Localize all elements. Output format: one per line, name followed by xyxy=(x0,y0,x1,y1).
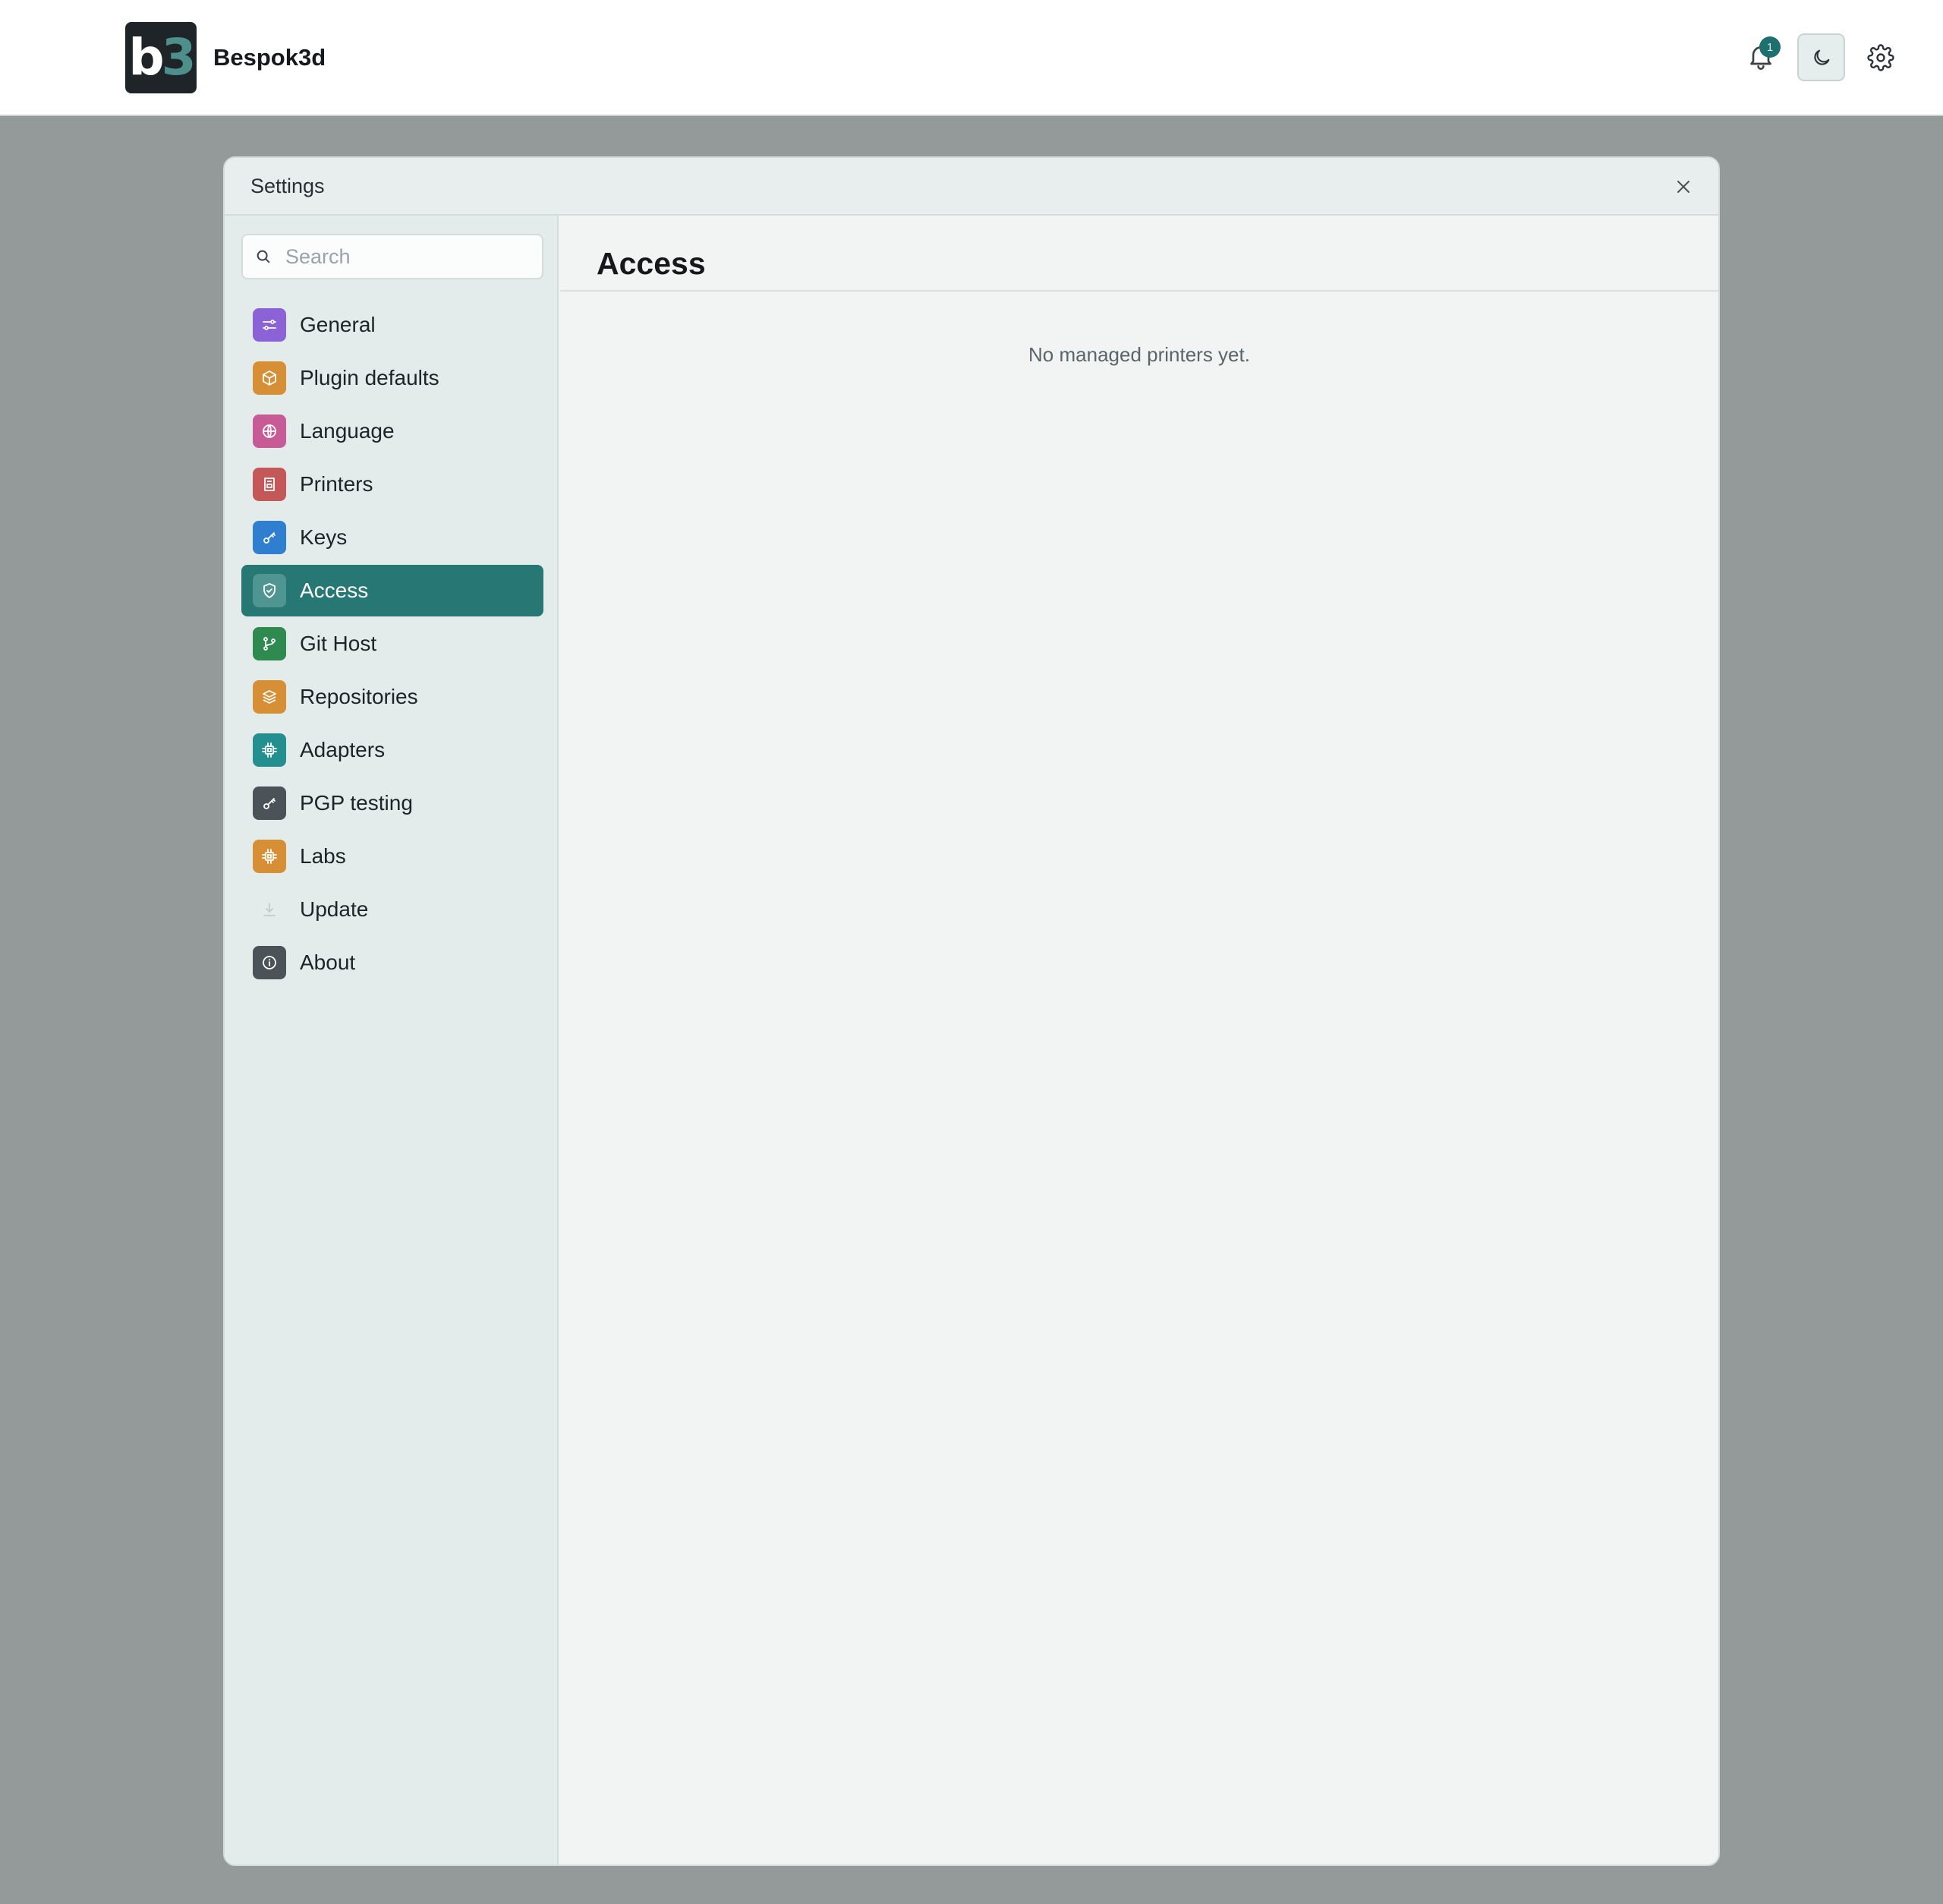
search-input[interactable] xyxy=(285,244,528,269)
empty-state-message: No managed printers yet. xyxy=(1028,343,1250,366)
sidebar-item-label: Update xyxy=(300,897,369,921)
sidebar-item-printers[interactable]: Printers xyxy=(241,459,543,510)
sidebar-item-labs[interactable]: Labs xyxy=(241,831,543,882)
modal-title: Settings xyxy=(250,175,325,197)
search-icon xyxy=(257,250,270,263)
sidebar-item-label: Git Host xyxy=(300,632,377,655)
sidebar-item-label: Repositories xyxy=(300,685,418,708)
theme-toggle-button[interactable] xyxy=(1797,33,1845,81)
sidebar-item-language[interactable]: Language xyxy=(241,405,543,457)
sidebar-item-label: Plugin defaults xyxy=(300,366,439,389)
sidebar-item-keys[interactable]: Keys xyxy=(241,512,543,563)
printer-icon xyxy=(253,468,286,501)
chip-icon xyxy=(253,733,286,767)
globe-icon xyxy=(253,415,286,448)
info-icon xyxy=(253,946,286,979)
sidebar-item-git-host[interactable]: Git Host xyxy=(241,618,543,670)
sliders-icon xyxy=(253,308,286,342)
sidebar-item-label: PGP testing xyxy=(300,791,413,815)
settings-content: Access No managed printers yet. xyxy=(560,216,1718,1865)
sidebar-item-label: Labs xyxy=(300,844,346,868)
search-box[interactable] xyxy=(241,234,543,279)
close-icon[interactable] xyxy=(1674,178,1693,196)
sidebar-item-adapters[interactable]: Adapters xyxy=(241,724,543,776)
sidebar-item-label: Printers xyxy=(300,472,373,496)
key-icon xyxy=(253,787,286,820)
logo-digit: 3 xyxy=(161,28,197,87)
layers-icon xyxy=(253,680,286,714)
moon-icon xyxy=(1813,49,1829,65)
brand[interactable]: b3 Bespok3d xyxy=(125,22,326,93)
settings-nav: General Plugin defaults Language Printer… xyxy=(241,299,543,990)
page-title: Access xyxy=(597,246,706,281)
settings-sidebar: General Plugin defaults Language xyxy=(225,216,559,1865)
sidebar-item-plugin-defaults[interactable]: Plugin defaults xyxy=(241,352,543,404)
top-bar: b3 Bespok3d 1 xyxy=(0,0,1943,116)
sidebar-item-label: About xyxy=(300,950,356,974)
sidebar-item-general[interactable]: General xyxy=(241,299,543,351)
sidebar-item-pgp-testing[interactable]: PGP testing xyxy=(241,777,543,829)
app-logo: b3 xyxy=(125,22,197,93)
key-icon xyxy=(253,521,286,554)
gear-icon[interactable] xyxy=(1867,44,1894,71)
git-branch-icon xyxy=(253,627,286,660)
sidebar-item-label: General xyxy=(300,313,376,336)
sidebar-item-access[interactable]: Access xyxy=(241,565,543,616)
brand-name: Bespok3d xyxy=(213,44,326,71)
box-icon xyxy=(253,361,286,395)
settings-modal: Settings General Plug xyxy=(223,156,1720,1866)
sidebar-item-label: Language xyxy=(300,419,395,443)
sidebar-item-label: Keys xyxy=(300,525,348,549)
chip-icon xyxy=(253,840,286,873)
content-header: Access xyxy=(560,216,1718,292)
sidebar-item-about[interactable]: About xyxy=(241,937,543,988)
download-icon xyxy=(253,893,286,926)
sidebar-item-update[interactable]: Update xyxy=(241,884,543,935)
logo-letter: b xyxy=(128,28,164,87)
sidebar-item-label: Adapters xyxy=(300,738,386,761)
shield-icon xyxy=(253,574,286,607)
sidebar-item-label: Access xyxy=(300,578,369,602)
sidebar-item-repositories[interactable]: Repositories xyxy=(241,671,543,723)
modal-header: Settings xyxy=(225,158,1718,216)
notification-badge: 1 xyxy=(1759,36,1781,58)
